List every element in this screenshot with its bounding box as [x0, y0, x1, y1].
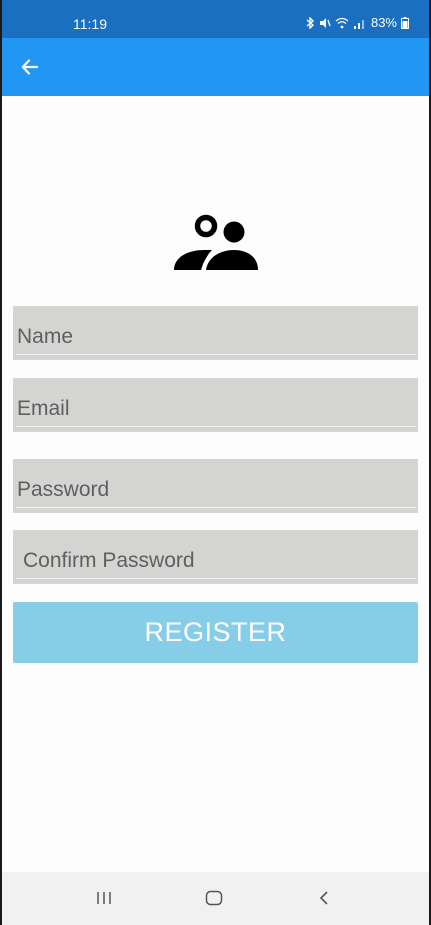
users-icon	[174, 214, 258, 270]
name-input[interactable]	[13, 306, 418, 360]
phone-screen: 11:19 83% Name Email REGISTER	[2, 0, 429, 925]
wifi-icon	[335, 17, 349, 28]
password-field[interactable]	[13, 459, 418, 513]
password-input[interactable]	[13, 459, 418, 513]
status-bar: 11:19 83%	[2, 0, 429, 38]
app-bar	[2, 38, 429, 96]
recent-apps-icon	[97, 892, 111, 904]
confirm-password-underline	[16, 578, 416, 579]
home-button[interactable]	[199, 886, 229, 910]
confirm-password-field[interactable]	[13, 530, 418, 584]
battery-percent: 83%	[370, 15, 397, 30]
name-field[interactable]	[13, 306, 418, 360]
status-icons: 83%	[305, 15, 409, 30]
system-nav-bar	[2, 872, 429, 925]
status-time: 11:19	[73, 16, 107, 32]
mute-icon	[319, 17, 331, 28]
password-underline	[16, 507, 416, 508]
battery-icon	[401, 16, 409, 29]
register-button[interactable]: REGISTER	[13, 602, 418, 663]
back-button[interactable]	[16, 53, 44, 81]
bluetooth-icon	[306, 16, 315, 29]
email-input[interactable]	[13, 378, 418, 432]
email-field[interactable]	[13, 378, 418, 432]
confirm-password-input[interactable]	[13, 530, 418, 584]
recent-apps-button[interactable]	[89, 886, 119, 910]
email-underline	[16, 426, 416, 427]
signal-icon	[353, 19, 364, 29]
home-icon	[205, 890, 223, 906]
register-form: REGISTER	[2, 96, 429, 872]
nav-back-button[interactable]	[309, 886, 339, 910]
arrow-left-icon	[21, 59, 39, 75]
back-icon	[319, 891, 328, 905]
name-underline	[16, 354, 416, 355]
